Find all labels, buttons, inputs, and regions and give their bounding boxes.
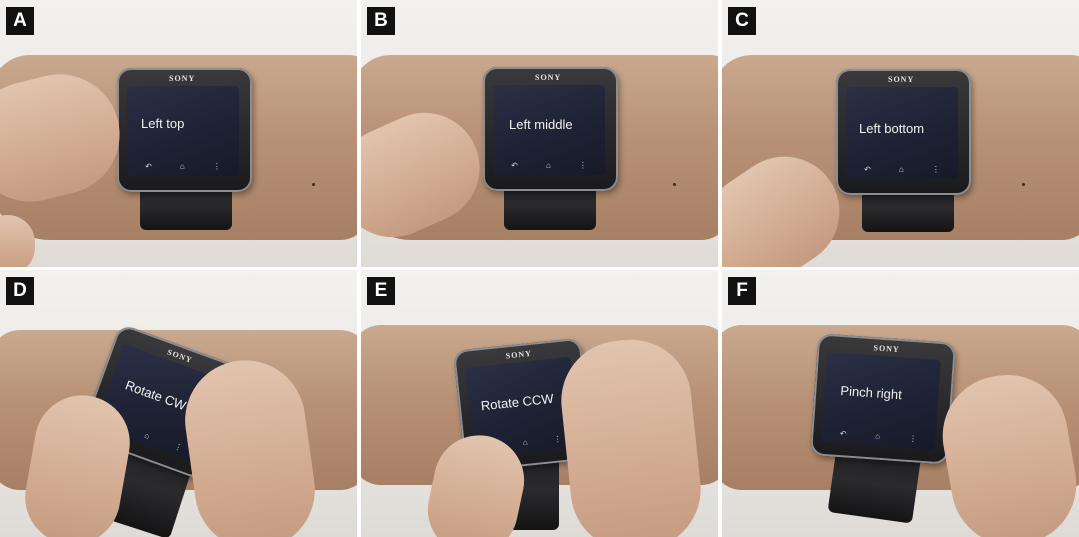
panel-e: SONY Rotate CCW ↶ ⌂ ⋮ E — [361, 270, 718, 537]
panel-label: A — [6, 7, 34, 35]
skin-mark — [1022, 183, 1025, 186]
nav-bar: ↶ ⌂ ⋮ — [825, 428, 931, 444]
back-icon[interactable]: ↶ — [145, 162, 152, 171]
brand-logo: SONY — [535, 73, 562, 82]
panel-b: SONY Left middle ↶ ⌂ ⋮ B — [361, 0, 718, 267]
skin-mark — [673, 183, 676, 186]
menu-icon[interactable]: ⋮ — [213, 162, 221, 171]
menu-icon[interactable]: ⋮ — [932, 165, 940, 174]
panel-f: SONY Pinch right ↶ ⌂ ⋮ F — [722, 270, 1079, 537]
brand-logo: SONY — [873, 343, 901, 355]
panel-label: F — [728, 277, 756, 305]
home-icon[interactable]: ⌂ — [522, 438, 528, 447]
home-icon[interactable]: ⌂ — [899, 165, 904, 174]
nav-bar: ↶ ⌂ ⋮ — [850, 165, 954, 174]
panel-label: C — [728, 7, 756, 35]
smartwatch: SONY Left top ↶ ⌂ ⋮ — [117, 68, 252, 192]
nav-bar: ↶ ⌂ ⋮ — [497, 161, 601, 170]
brand-logo: SONY — [169, 74, 196, 83]
brand-logo: SONY — [505, 348, 533, 361]
panel-d: SONY Rotate CW ↶ ⌂ ⋮ D — [0, 270, 357, 537]
screen-text: Pinch right — [839, 383, 903, 403]
screen-text: Rotate CW — [123, 377, 189, 414]
back-icon[interactable]: ↶ — [840, 429, 847, 438]
panel-label: E — [367, 277, 395, 305]
menu-icon[interactable]: ⋮ — [909, 434, 918, 444]
screen-text: Left top — [141, 116, 185, 131]
smartwatch: SONY Left middle ↶ ⌂ ⋮ — [483, 67, 618, 191]
brand-logo: SONY — [888, 75, 915, 84]
panel-a: SONY Left top ↶ ⌂ ⋮ A — [0, 0, 357, 267]
panel-label: D — [6, 277, 34, 305]
screen-text: Left bottom — [859, 121, 925, 136]
smartwatch: SONY Left bottom ↶ ⌂ ⋮ — [836, 69, 971, 195]
screen-text: Left middle — [509, 117, 573, 132]
back-icon[interactable]: ↶ — [864, 165, 871, 174]
skin-mark — [312, 183, 315, 186]
watch-screen[interactable]: Pinch right ↶ ⌂ ⋮ — [820, 351, 941, 450]
photo-grid: SONY Left top ↶ ⌂ ⋮ A SONY Left middle ↶… — [0, 0, 1079, 537]
menu-icon[interactable]: ⋮ — [173, 442, 184, 453]
screen-text: Rotate CCW — [480, 390, 555, 414]
menu-icon[interactable]: ⋮ — [553, 434, 562, 444]
panel-c: SONY Left bottom ↶ ⌂ ⋮ C — [722, 0, 1079, 267]
menu-icon[interactable]: ⋮ — [579, 161, 587, 170]
home-icon[interactable]: ⌂ — [143, 431, 151, 441]
watch-screen[interactable]: Left bottom ↶ ⌂ ⋮ — [846, 87, 958, 179]
home-icon[interactable]: ⌂ — [875, 432, 880, 441]
smartwatch: SONY Pinch right ↶ ⌂ ⋮ — [809, 333, 957, 465]
watch-screen[interactable]: Left top ↶ ⌂ ⋮ — [127, 86, 239, 176]
nav-bar: ↶ ⌂ ⋮ — [131, 162, 235, 171]
watch-screen[interactable]: Left middle ↶ ⌂ ⋮ — [493, 85, 605, 175]
home-icon[interactable]: ⌂ — [546, 161, 551, 170]
panel-label: B — [367, 7, 395, 35]
back-icon[interactable]: ↶ — [511, 161, 518, 170]
home-icon[interactable]: ⌂ — [180, 162, 185, 171]
